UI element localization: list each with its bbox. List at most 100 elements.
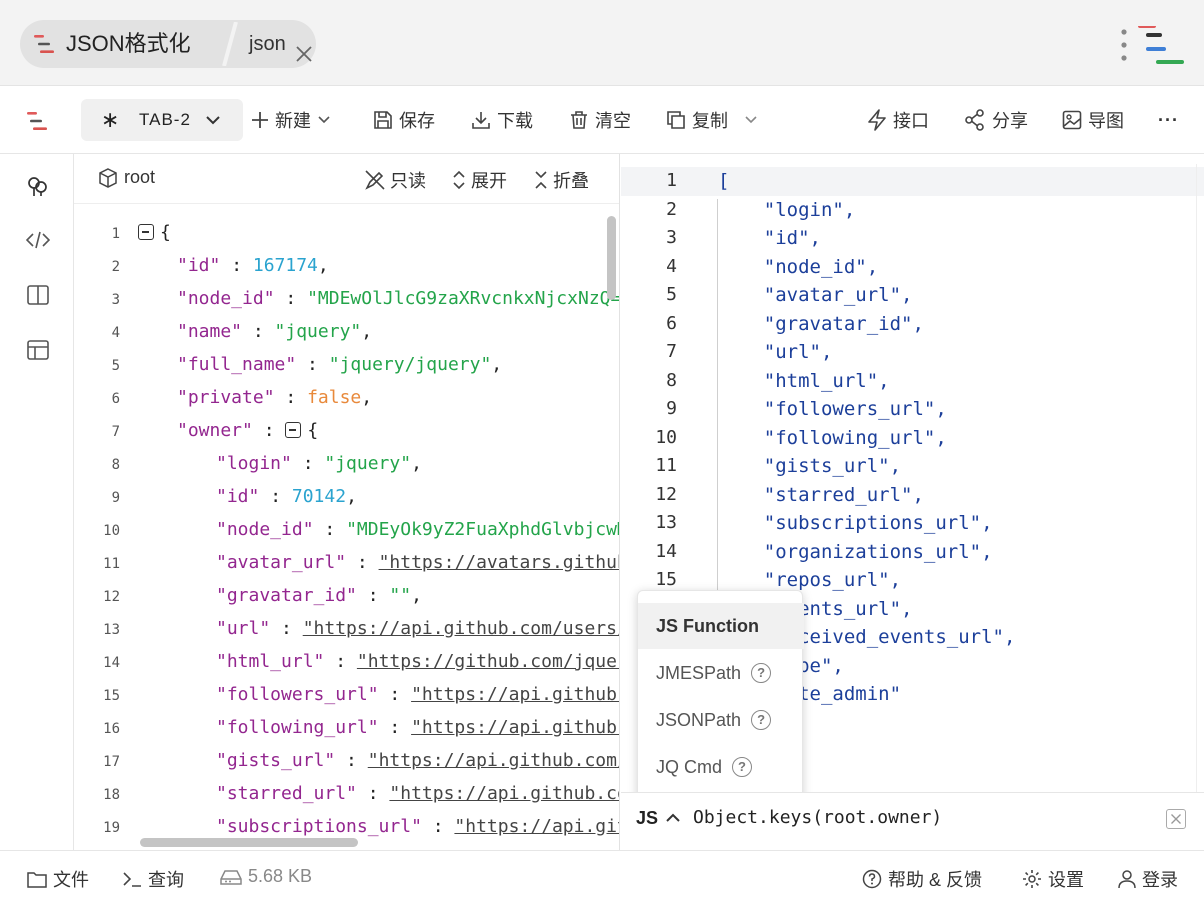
export-image-button[interactable]: 导图 <box>1062 86 1124 154</box>
settings-button[interactable]: 设置 <box>1022 866 1084 892</box>
readonly-button[interactable]: 只读 <box>364 167 426 193</box>
tree-row[interactable]: 10 "node_id" : "MDEyOk9yZ2FuaXphdGlvbjcwM… <box>74 515 619 548</box>
line-number: 14 <box>655 540 677 562</box>
tree-icon[interactable] <box>26 174 50 198</box>
copy-button[interactable]: 复制 <box>666 86 758 154</box>
close-icon[interactable] <box>295 45 313 63</box>
tree-row[interactable]: 8 "login" : "jquery", <box>74 449 606 482</box>
login-button[interactable]: 登录 <box>1118 866 1178 892</box>
tree-row[interactable]: 6 "private" : false, <box>74 383 606 416</box>
clear-query-icon[interactable] <box>1166 809 1186 829</box>
app-tab[interactable]: JSON格式化 json <box>20 20 316 68</box>
query-language-option[interactable]: JMESPath? <box>638 650 804 696</box>
line-number: 7 <box>111 424 120 440</box>
code-icon[interactable] <box>26 228 50 252</box>
table-icon[interactable] <box>26 338 50 362</box>
query-language-option[interactable]: JSONPath? <box>638 697 804 743</box>
code-line[interactable]: 1[ <box>621 167 1204 196</box>
help-feedback-label: 帮助 & 反馈 <box>888 870 983 890</box>
json-url[interactable]: "https://api.github.com/" <box>454 816 619 837</box>
tree-row[interactable]: 14 "html_url" : "https://github.com/jquer… <box>74 647 619 680</box>
collapse-toggle-icon[interactable] <box>285 422 302 438</box>
code-line[interactable]: 14 "organizations_url", <box>621 538 1204 567</box>
json-url[interactable]: "https://api.github.com/" <box>411 717 619 738</box>
json-punctuation: { <box>160 222 171 243</box>
line-number: 8 <box>111 457 120 473</box>
tree-row[interactable]: 12 "gravatar_id" : "", <box>74 581 606 614</box>
download-button[interactable]: 下载 <box>471 86 533 154</box>
query-button[interactable]: 查询 <box>122 866 184 892</box>
code-line[interactable]: 3 "id", <box>621 224 1204 253</box>
share-button[interactable]: 分享 <box>964 86 1028 154</box>
tree-row[interactable]: 13 "url" : "https://api.github.com/users/… <box>74 614 619 647</box>
api-button[interactable]: 接口 <box>867 86 929 154</box>
query-input[interactable]: Object.keys(root.owner) <box>693 807 942 828</box>
help-feedback-button[interactable]: 帮助 & 反馈 <box>862 866 982 892</box>
editor-scrollbar[interactable] <box>1196 164 1204 804</box>
tree-row[interactable]: 16 "following_url" : "https://api.github.… <box>74 713 619 746</box>
line-number: 12 <box>103 589 120 605</box>
new-button[interactable]: 新建 <box>251 86 331 154</box>
line-number: 18 <box>103 787 120 803</box>
code-line[interactable]: 10 "following_url", <box>621 424 1204 453</box>
help-icon[interactable]: ? <box>751 663 772 683</box>
tree-row[interactable]: 1{ <box>74 218 606 251</box>
tree-row[interactable]: 9 "id" : 70142, <box>74 482 606 515</box>
code-line[interactable]: 9 "followers_url", <box>621 395 1204 424</box>
code-line[interactable]: 4 "node_id", <box>621 253 1204 282</box>
menu-logo-icon[interactable] <box>1116 26 1186 68</box>
code-line[interactable]: 8 "html_url", <box>621 367 1204 396</box>
json-url[interactable]: "https://api.github.com/" <box>411 684 619 705</box>
tab-selector[interactable]: ∗ TAB-2 <box>81 99 243 141</box>
tree-row[interactable]: 3 "node_id" : "MDEwOlJlcG9zaXRvcnkxNjcxNz… <box>74 284 619 317</box>
collapse-button[interactable]: 折叠 <box>533 167 589 193</box>
collapse-toggle-icon[interactable] <box>138 224 154 240</box>
code-line[interactable]: 13 "subscriptions_url", <box>621 509 1204 538</box>
root-breadcrumb[interactable]: root <box>98 167 155 188</box>
help-icon[interactable]: ? <box>751 710 772 730</box>
line-number: 13 <box>103 622 120 638</box>
line-number: 5 <box>111 358 120 374</box>
clear-button[interactable]: 清空 <box>569 86 631 154</box>
query-language-toggle[interactable]: JS <box>636 808 658 829</box>
json-key: "private" <box>177 387 275 408</box>
option-label: JQ Cmd <box>656 756 723 777</box>
json-url[interactable]: "https://avatars.githubusercontent.com/" <box>379 552 619 573</box>
app-logo-icon[interactable] <box>27 111 49 131</box>
vertical-scrollbar[interactable] <box>607 216 616 300</box>
tree-row[interactable]: 4 "name" : "jquery", <box>74 317 606 350</box>
tree-row[interactable]: 5 "full_name" : "jquery/jquery", <box>74 350 606 383</box>
save-button[interactable]: 保存 <box>373 86 435 154</box>
query-bar: JS Object.keys(root.owner) <box>621 792 1204 850</box>
file-button[interactable]: 文件 <box>27 866 89 892</box>
json-punctuation: , <box>361 321 373 342</box>
tree-row[interactable]: 15 "followers_url" : "https://api.github.… <box>74 680 619 713</box>
tree-row[interactable]: 17 "gists_url" : "https://api.github.com/… <box>74 746 619 779</box>
expand-button[interactable]: 展开 <box>451 167 507 193</box>
code-line[interactable]: 11 "gists_url", <box>621 452 1204 481</box>
code-line[interactable]: 2 "login", <box>621 196 1204 225</box>
tree-row[interactable]: 11 "avatar_url" : "https://avatars.github… <box>74 548 619 581</box>
chevron-down-icon[interactable] <box>744 114 758 126</box>
split-icon[interactable] <box>26 283 50 307</box>
json-url[interactable]: "https://api.github.com/users/jquery" <box>303 618 619 639</box>
query-language-option[interactable]: JQ Cmd? <box>638 744 804 790</box>
json-url[interactable]: "https://api.github.com/" <box>368 750 619 771</box>
query-language-option[interactable]: JS Function <box>638 603 804 649</box>
code-text: "avatar_url", <box>718 284 913 306</box>
more-button[interactable]: ··· <box>1158 86 1179 154</box>
json-url[interactable]: "https://api.github.com/" <box>389 783 619 804</box>
tree-row-content: "node_id" : "MDEyOk9yZ2FuaXphdGlvbjcwMTQ… <box>216 515 619 545</box>
code-line[interactable]: 7 "url", <box>621 338 1204 367</box>
horizontal-scrollbar[interactable] <box>140 838 358 847</box>
chevron-up-icon[interactable] <box>665 812 681 824</box>
code-line[interactable]: 6 "gravatar_id", <box>621 310 1204 339</box>
option-label: JMESPath <box>656 662 742 683</box>
tree-row[interactable]: 2 "id" : 167174, <box>74 251 606 284</box>
tree-row[interactable]: 7 "owner" : { <box>74 416 606 449</box>
json-url[interactable]: "https://github.com/jquery" <box>357 651 619 672</box>
tree-row[interactable]: 18 "starred_url" : "https://api.github.co… <box>74 779 619 812</box>
help-icon[interactable]: ? <box>732 757 753 777</box>
code-line[interactable]: 12 "starred_url", <box>621 481 1204 510</box>
code-line[interactable]: 5 "avatar_url", <box>621 281 1204 310</box>
